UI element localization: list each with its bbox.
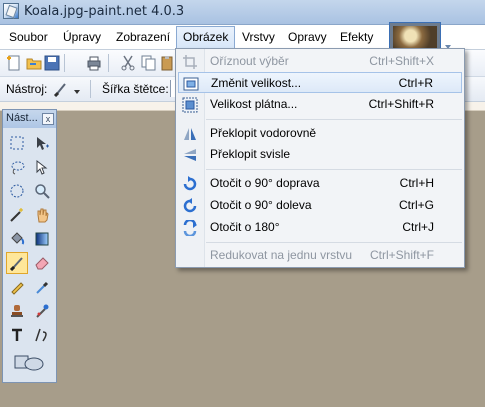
pencil-icon[interactable]	[6, 276, 28, 298]
current-tool-paintbrush-icon[interactable]	[53, 81, 69, 98]
shapes-icon[interactable]	[11, 350, 47, 374]
menu-item-shortcut: Ctrl+R	[398, 76, 433, 90]
new-file-icon[interactable]	[6, 55, 22, 71]
menu-zobrazeni[interactable]: Zobrazení	[110, 26, 176, 48]
magic-wand-icon[interactable]	[6, 204, 28, 226]
gradient-icon[interactable]	[31, 228, 53, 250]
flip-horizontal-icon	[182, 126, 198, 142]
menu-vrstvy[interactable]: Vrstvy	[236, 26, 281, 48]
paint-bucket-icon[interactable]	[6, 228, 28, 250]
brush-width-label: Šířka štětce:	[102, 82, 169, 96]
zoom-icon[interactable]	[31, 180, 53, 202]
paintbrush-icon[interactable]	[6, 252, 28, 274]
menu-item-label: Otočit o 180°	[210, 220, 280, 234]
menu-item-shortcut: Ctrl+Shift+R	[368, 97, 434, 111]
rotate-right-icon	[182, 176, 198, 192]
window-title: Koala.jpg-paint.net 4.0.3	[24, 4, 185, 19]
menu-separator	[206, 119, 462, 120]
menu-item-rotate-left[interactable]: Otočit o 90° doleva Ctrl+G	[178, 195, 462, 216]
rotate-180-icon	[182, 218, 198, 238]
print-icon[interactable]	[86, 55, 102, 71]
menu-item-label: Změnit velikost...	[211, 76, 302, 90]
menu-item-flip-vertical[interactable]: Překlopit svisle	[178, 144, 462, 165]
menu-item-flatten: Redukovat na jednu vrstvu Ctrl+Shift+F	[178, 245, 462, 266]
toolbar-separator	[108, 54, 109, 72]
image-list-arrow-icon[interactable]	[444, 40, 452, 49]
menu-upravy[interactable]: Úpravy	[57, 26, 107, 48]
menu-efekty[interactable]: Efekty	[334, 26, 379, 48]
flip-vertical-icon	[182, 147, 198, 163]
crop-icon	[182, 54, 198, 70]
line-curve-icon[interactable]	[31, 324, 53, 346]
text-icon[interactable]	[6, 324, 28, 346]
menu-item-resize[interactable]: Změnit velikost... Ctrl+R	[178, 72, 462, 93]
rotate-left-icon	[182, 198, 198, 214]
menu-item-label: Otočit o 90° doleva	[210, 198, 312, 212]
tools-window-header: Nást... x	[3, 110, 56, 128]
menu-item-label: Velikost plátna...	[210, 97, 298, 111]
menu-item-label: Redukovat na jednu vrstvu	[210, 248, 353, 262]
menu-separator	[206, 242, 462, 243]
tools-close-button[interactable]: x	[42, 113, 54, 125]
clone-stamp-icon[interactable]	[6, 300, 28, 322]
menu-item-shortcut: Ctrl+G	[398, 198, 434, 212]
resize-icon	[183, 76, 199, 92]
image-menu-dropdown: Oříznout výběr Ctrl+Shift+X Změnit velik…	[175, 48, 465, 268]
lasso-select-icon[interactable]	[6, 156, 28, 178]
paste-icon[interactable]	[160, 55, 176, 71]
toolbar-separator	[64, 54, 65, 72]
tools-window: Nást... x	[2, 109, 57, 383]
menu-item-shortcut: Ctrl+J	[402, 220, 434, 234]
menu-item-rotate-right[interactable]: Otočit o 90° doprava Ctrl+H	[178, 173, 462, 194]
open-file-icon[interactable]	[26, 55, 42, 71]
menu-item-label: Překlopit svisle	[210, 147, 291, 161]
menu-item-flip-horizontal[interactable]: Překlopit vodorovně	[178, 123, 462, 144]
menu-item-crop-to-selection: Oříznout výběr Ctrl+Shift+X	[178, 51, 462, 72]
menu-item-label: Otočit o 90° doprava	[210, 176, 320, 190]
menu-opravy[interactable]: Opravy	[282, 26, 333, 48]
toolbar-separator	[90, 80, 91, 98]
eraser-icon[interactable]	[31, 252, 53, 274]
pan-hand-icon[interactable]	[31, 204, 53, 226]
menu-item-shortcut: Ctrl+Shift+X	[369, 54, 434, 68]
menu-item-label: Překlopit vodorovně	[210, 126, 317, 140]
menu-item-shortcut: Ctrl+H	[399, 176, 434, 190]
menu-item-label: Oříznout výběr	[210, 54, 289, 68]
tool-dropdown-arrow-icon[interactable]	[73, 85, 81, 94]
menu-separator	[206, 169, 462, 170]
rectangle-select-icon[interactable]	[6, 132, 28, 154]
tools-window-title: Nást...	[6, 112, 38, 124]
canvas-size-icon	[182, 97, 198, 113]
menu-soubor[interactable]: Soubor	[3, 26, 54, 48]
ellipse-select-icon[interactable]	[6, 180, 28, 202]
move-selection-icon[interactable]	[31, 132, 53, 154]
move-selected-icon[interactable]	[31, 156, 53, 178]
menu-obrazek[interactable]: Obrázek	[176, 26, 236, 48]
recolor-icon[interactable]	[31, 300, 53, 322]
tool-label: Nástroj:	[6, 82, 48, 96]
color-picker-icon[interactable]	[31, 276, 53, 298]
copy-icon[interactable]	[141, 55, 157, 71]
cut-icon[interactable]	[120, 55, 136, 71]
menu-item-canvas-size[interactable]: Velikost plátna... Ctrl+Shift+R	[178, 94, 462, 115]
menu-item-rotate-180[interactable]: Otočit o 180° Ctrl+J	[178, 217, 462, 238]
save-icon[interactable]	[44, 55, 60, 71]
paint-net-app-icon	[3, 3, 19, 19]
menu-item-shortcut: Ctrl+Shift+F	[369, 248, 434, 262]
koala-thumbnail-image	[393, 26, 437, 48]
